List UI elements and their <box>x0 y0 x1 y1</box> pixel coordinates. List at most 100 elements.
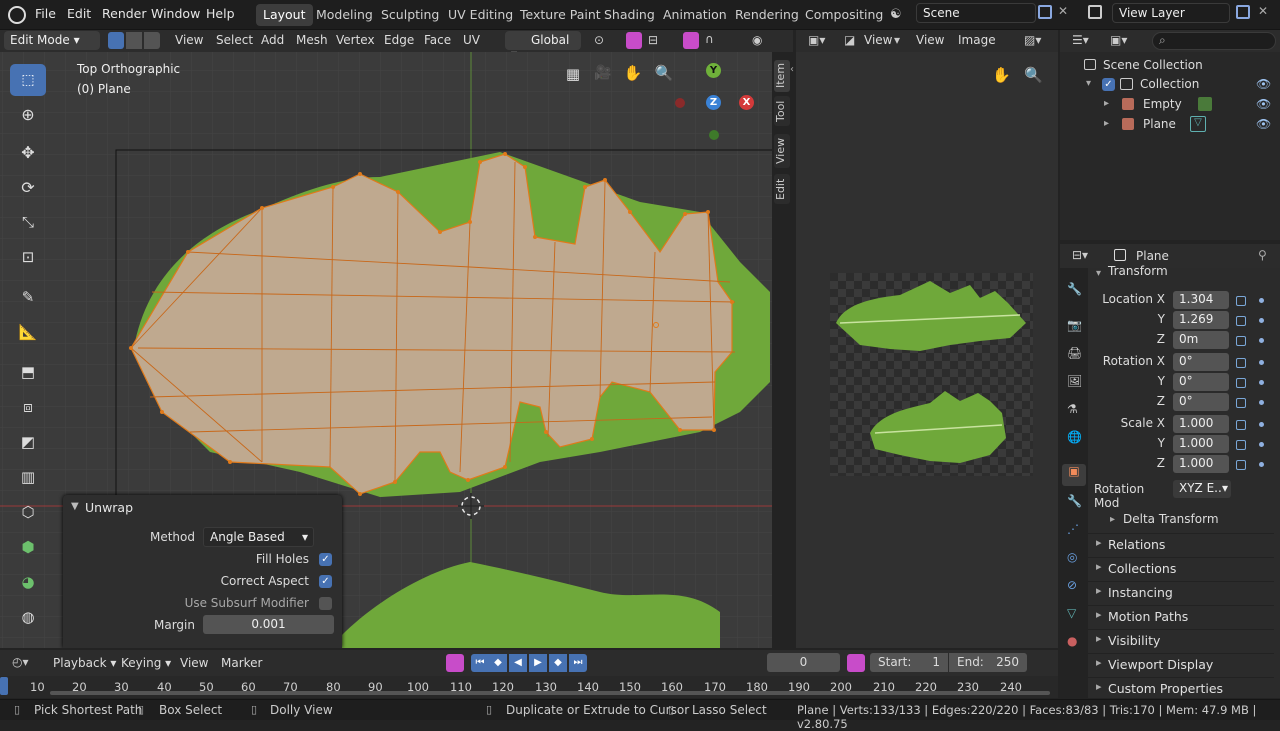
falloff-icon[interactable]: ∩ <box>705 32 714 46</box>
keyframe-scale-x-icon[interactable] <box>1259 422 1264 427</box>
transform-tool[interactable]: ⊡ <box>10 241 46 273</box>
section-visibility[interactable]: Visibility <box>1088 629 1274 651</box>
tab-texture-paint[interactable]: Texture Paint <box>513 4 608 26</box>
inset-tool[interactable]: ⧈ <box>10 391 46 423</box>
section-collections[interactable]: Collections <box>1088 557 1274 579</box>
delete-view-layer-icon[interactable]: ✕ <box>1258 4 1268 18</box>
rotation-y-field[interactable]: 0° <box>1173 373 1229 391</box>
play-reverse-button[interactable]: ◀ <box>509 654 527 672</box>
menu-playback[interactable]: Playback ▾ <box>53 656 116 678</box>
render-props-icon[interactable]: 📷 <box>1067 318 1082 332</box>
blender-logo-icon[interactable] <box>8 6 26 24</box>
gizmo-neg-y[interactable] <box>709 130 719 140</box>
image-pan-icon[interactable]: ✋ <box>992 66 1014 88</box>
lock-scale-y-icon[interactable] <box>1236 440 1246 450</box>
pan-view-icon[interactable]: ✋ <box>622 64 644 86</box>
vertex-select-icon[interactable] <box>108 32 124 49</box>
output-props-icon[interactable]: 🖨 <box>1067 346 1082 360</box>
view-layer-field[interactable]: View Layer <box>1112 3 1230 23</box>
keyframe-scale-y-icon[interactable] <box>1259 442 1264 447</box>
menu-keying[interactable]: Keying ▾ <box>121 656 171 678</box>
spin-tool[interactable]: ◕ <box>10 566 46 598</box>
texture-image[interactable] <box>830 273 1033 476</box>
start-frame-field[interactable]: Start: 1 <box>870 653 948 672</box>
empty-visibility-icon[interactable]: 👁 <box>1256 97 1271 111</box>
world-props-icon[interactable]: 🌐 <box>1067 430 1082 444</box>
prev-keyframe-button[interactable]: ◆ <box>489 654 507 672</box>
properties-type-icon[interactable]: ⊟▾ <box>1072 248 1088 262</box>
timeline-menu-view[interactable]: View <box>180 656 208 678</box>
tab-modeling[interactable]: Modeling <box>309 4 380 26</box>
edge-select-icon[interactable] <box>126 32 142 49</box>
loop-cut-tool[interactable]: ▥ <box>10 461 46 493</box>
particles-props-icon[interactable]: ⋰ <box>1067 522 1079 536</box>
transform-collapse-icon[interactable]: ▾ <box>1096 268 1101 279</box>
display-mode-icon[interactable]: ▣▾ <box>1110 33 1127 47</box>
select-box-tool[interactable]: ⬚ <box>10 64 46 96</box>
lock-scale-z-icon[interactable] <box>1236 460 1246 470</box>
modifier-props-icon[interactable]: 🔧 <box>1067 494 1082 508</box>
tab-sculpting[interactable]: Sculpting <box>374 4 446 26</box>
timeline-menu-marker[interactable]: Marker <box>221 656 262 678</box>
3d-viewport[interactable]: Top Orthographic (0) Plane Y Z X ▦ 🎥 ✋ 🔍… <box>0 52 772 648</box>
scale-x-field[interactable]: 1.000 <box>1173 415 1229 433</box>
view-mode-icon[interactable]: ◪ <box>844 33 855 47</box>
jump-start-button[interactable]: ⏮ <box>471 654 489 672</box>
location-z-field[interactable]: 0m <box>1173 331 1229 349</box>
menu-render[interactable]: Render <box>102 6 147 21</box>
pin-icon[interactable]: ⚲ <box>1258 248 1267 262</box>
collection-expand-icon[interactable]: ▾ <box>1086 78 1091 89</box>
move-tool[interactable]: ✥ <box>10 136 46 168</box>
scale-y-field[interactable]: 1.000 <box>1173 435 1229 453</box>
lock-rotation-y-icon[interactable] <box>1236 378 1246 388</box>
gizmo-y-axis[interactable]: Y <box>706 63 721 78</box>
new-view-layer-icon[interactable] <box>1236 5 1250 19</box>
rotation-z-field[interactable]: 0° <box>1173 393 1229 411</box>
subsurf-checkbox[interactable] <box>319 597 332 610</box>
tab-view[interactable]: View <box>774 134 790 168</box>
current-frame-field[interactable]: 0 <box>767 653 840 672</box>
next-keyframe-button[interactable]: ◆ <box>549 654 567 672</box>
tab-uv-editing[interactable]: UV Editing <box>441 4 520 26</box>
outliner-item-empty[interactable]: Empty <box>1143 97 1182 111</box>
view-layer-props-icon[interactable]: 🖼 <box>1067 374 1082 388</box>
unwrap-title[interactable]: Unwrap <box>85 500 133 515</box>
tab-compositing[interactable]: Compositing <box>798 4 890 26</box>
lock-location-y-icon[interactable] <box>1236 316 1246 326</box>
playhead[interactable] <box>0 677 8 695</box>
annotate-tool[interactable]: ✎ <box>10 281 46 313</box>
tool-props-icon[interactable]: 🔧 <box>1067 282 1082 296</box>
tab-edit[interactable]: Edit <box>774 174 790 204</box>
keyframe-location-x-icon[interactable] <box>1259 298 1264 303</box>
rotate-tool[interactable]: ⟳ <box>10 171 46 203</box>
jump-end-button[interactable]: ⏭ <box>569 654 587 672</box>
tab-rendering[interactable]: Rendering <box>728 4 806 26</box>
image-browse-icon[interactable]: ▨▾ <box>1024 33 1041 47</box>
smooth-tool[interactable]: ◍ <box>10 601 46 633</box>
outliner-search-input[interactable]: ⌕ <box>1152 32 1276 50</box>
lock-location-x-icon[interactable] <box>1236 296 1246 306</box>
delta-transform-expand-icon[interactable]: ▸ <box>1110 514 1115 525</box>
transform-header[interactable]: Transform <box>1108 264 1168 278</box>
tab-item[interactable]: Item <box>774 60 790 92</box>
keyframe-rotation-y-icon[interactable] <box>1259 380 1264 385</box>
camera-view-icon[interactable]: 🎥 <box>592 65 614 87</box>
keyframe-scale-z-icon[interactable] <box>1259 462 1264 467</box>
data-props-icon[interactable]: ▽ <box>1067 606 1076 620</box>
view-layer-icon[interactable] <box>1088 5 1102 19</box>
constraints-props-icon[interactable]: ⊘ <box>1067 578 1077 592</box>
location-y-field[interactable]: 1.269 <box>1173 311 1229 329</box>
lock-scale-x-icon[interactable] <box>1236 420 1246 430</box>
rotation-x-field[interactable]: 0° <box>1173 353 1229 371</box>
mode-dropdown[interactable]: Edit Mode ▾ <box>4 31 100 50</box>
scene-props-icon[interactable]: ⚗ <box>1067 402 1078 416</box>
scale-z-field[interactable]: 1.000 <box>1173 455 1229 473</box>
tab-shading[interactable]: Shading <box>597 4 662 26</box>
timeline-type-icon[interactable]: ◴▾ <box>12 655 29 669</box>
image-editor-area[interactable]: ✋ 🔍 <box>796 52 1058 648</box>
menu-help[interactable]: Help <box>206 6 235 21</box>
delete-scene-icon[interactable]: ✕ <box>1058 4 1068 18</box>
correct-aspect-checkbox[interactable]: ✓ <box>319 575 332 588</box>
scene-icon[interactable]: ☯ <box>890 7 902 22</box>
lock-location-z-icon[interactable] <box>1236 336 1246 346</box>
